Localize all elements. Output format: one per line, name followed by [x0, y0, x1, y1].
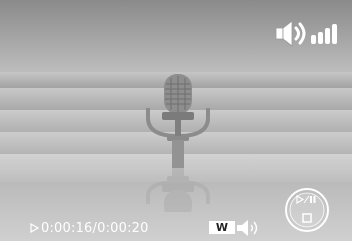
volume-zoom-control[interactable]: W [209, 219, 263, 237]
speaker-volume-icon[interactable] [275, 18, 343, 48]
speaker-icon [237, 220, 258, 236]
play-pause-stop-control-icon[interactable] [284, 187, 330, 233]
playback-time-readout: 0:00:16 / 0:00:20 [30, 218, 149, 238]
zoom-w-label: W [209, 221, 235, 234]
elapsed-time: 0:00:16 [41, 220, 93, 236]
total-time: 0:00:20 [97, 220, 149, 236]
play-indicator-icon [30, 223, 39, 233]
microphone-icon [146, 74, 210, 212]
voice-playback-screen: 0:00:16 / 0:00:20 W [0, 0, 352, 241]
